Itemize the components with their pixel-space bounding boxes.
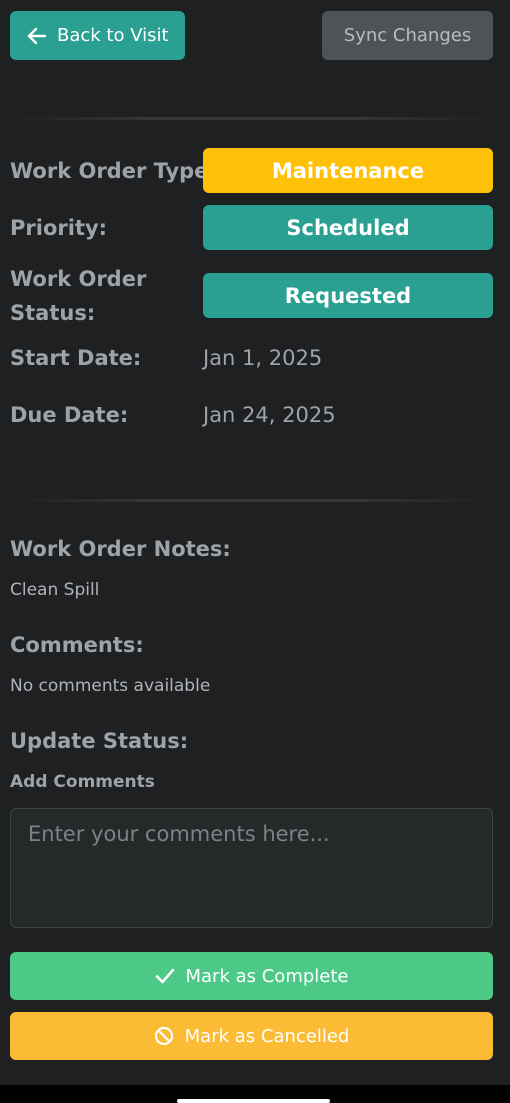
work-order-type-badge: Maintenance: [203, 148, 493, 193]
back-to-visit-label: Back to Visit: [57, 25, 169, 46]
update-status-label: Update Status:: [10, 729, 189, 753]
priority-badge: Scheduled: [203, 205, 493, 250]
top-bar: Back to Visit Sync Changes: [10, 11, 493, 60]
divider: [10, 117, 493, 120]
sync-changes-button[interactable]: Sync Changes: [322, 11, 493, 60]
back-to-visit-button[interactable]: Back to Visit: [10, 11, 185, 60]
work-order-status-label: Work Order Status:: [10, 262, 146, 330]
arrow-left-icon: [27, 27, 47, 44]
start-date-label: Start Date:: [10, 346, 142, 370]
work-order-status-label-line2: Status:: [10, 301, 96, 325]
add-comments-label: Add Comments: [10, 772, 155, 792]
work-order-status-label-line1: Work Order: [10, 267, 147, 291]
mark-cancelled-button[interactable]: Mark as Cancelled: [10, 1012, 493, 1060]
work-order-status-badge: Requested: [203, 273, 493, 318]
divider: [10, 499, 493, 502]
ban-icon: [154, 1026, 173, 1046]
comments-text: No comments available: [10, 676, 211, 696]
work-order-type-label: Work Order Type:: [10, 159, 217, 183]
start-date-value: Jan 1, 2025: [203, 346, 323, 370]
comments-label: Comments:: [10, 633, 144, 657]
work-order-notes-label: Work Order Notes:: [10, 537, 231, 561]
mark-complete-label: Mark as Complete: [185, 965, 349, 987]
priority-label: Priority:: [10, 216, 108, 240]
work-order-notes-text: Clean Spill: [10, 580, 100, 600]
mark-cancelled-label: Mark as Cancelled: [184, 1025, 350, 1047]
check-icon: [155, 968, 174, 984]
comments-input[interactable]: [10, 808, 493, 928]
sync-changes-label: Sync Changes: [343, 25, 472, 46]
home-indicator[interactable]: [177, 1099, 330, 1103]
due-date-label: Due Date:: [10, 403, 129, 427]
mark-complete-button[interactable]: Mark as Complete: [10, 952, 493, 1000]
due-date-value: Jan 24, 2025: [203, 403, 336, 427]
work-order-page: Back to Visit Sync Changes Work Order Ty…: [0, 0, 510, 1103]
